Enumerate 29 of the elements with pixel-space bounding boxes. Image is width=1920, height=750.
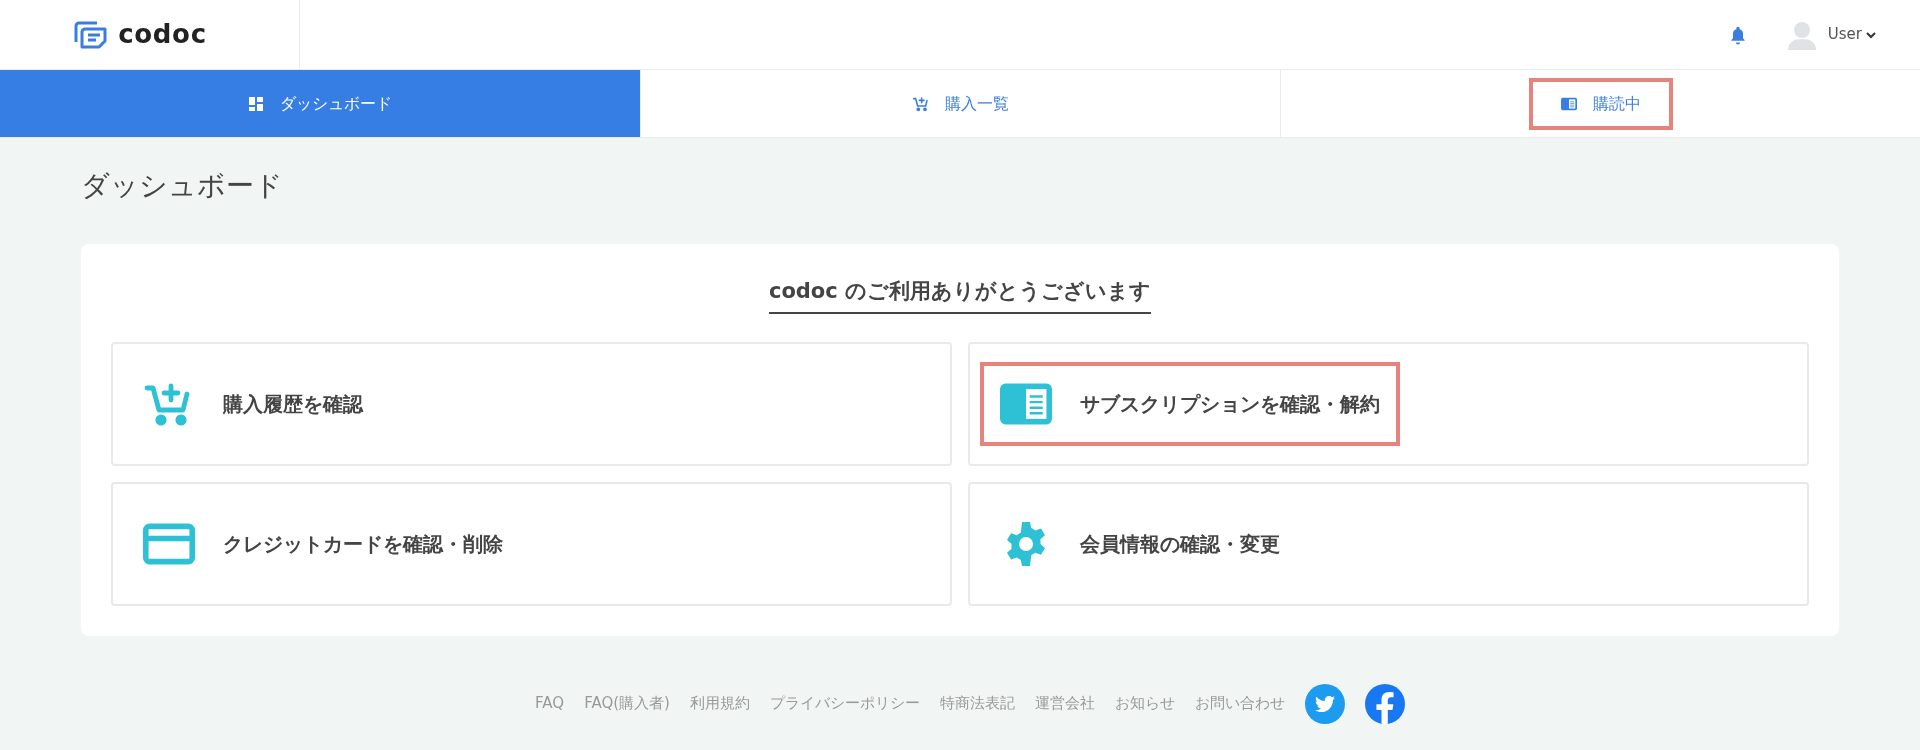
footer-link[interactable]: 利用規約 [689,692,750,715]
footer-link[interactable]: お問い合わせ [1194,692,1285,715]
footer-link[interactable]: FAQ(購入者) [584,692,670,715]
user-menu[interactable]: User [1827,23,1876,46]
page-title: ダッシュボード [81,168,284,204]
footer-link[interactable]: 特商法表記 [939,692,1015,715]
footer-link[interactable]: お知らせ [1114,692,1175,715]
chevron-down-icon [1866,30,1876,39]
footer-link[interactable]: 運営会社 [1034,692,1095,715]
nav-tab[interactable]: 購読中 [1532,81,1669,126]
nav-tab[interactable]: 購入一覧 [884,81,1037,126]
logo-text[interactable]: codoc [118,15,207,54]
letter-f-icon[interactable] [1364,683,1405,724]
avatar-icon [1787,19,1816,50]
grid-icon [248,95,264,112]
bird-icon[interactable] [1304,683,1345,724]
footer-link[interactable]: FAQ [535,692,565,715]
menu-card[interactable]: サブスクリプションを確認・解約 [968,341,1809,466]
footer-link[interactable]: プライバシーポリシー [769,692,920,715]
menu-card[interactable]: 購入履歴を確認 [111,341,952,466]
menu-card[interactable]: 会員情報の確認・変更 [968,481,1809,606]
card-label: サブスクリプションを確認・解約 [1080,390,1380,418]
cart-icon [912,95,929,112]
panel-heading: codoc のご利用ありがとうございます [768,276,1152,314]
card-label: 購入履歴を確認 [223,390,363,418]
card-label: クレジットカードを確認・削除 [223,530,503,558]
card-label: 会員情報の確認・変更 [1080,530,1280,558]
menu-card[interactable]: クレジットカードを確認・削除 [111,481,952,606]
book-icon [1560,95,1577,112]
